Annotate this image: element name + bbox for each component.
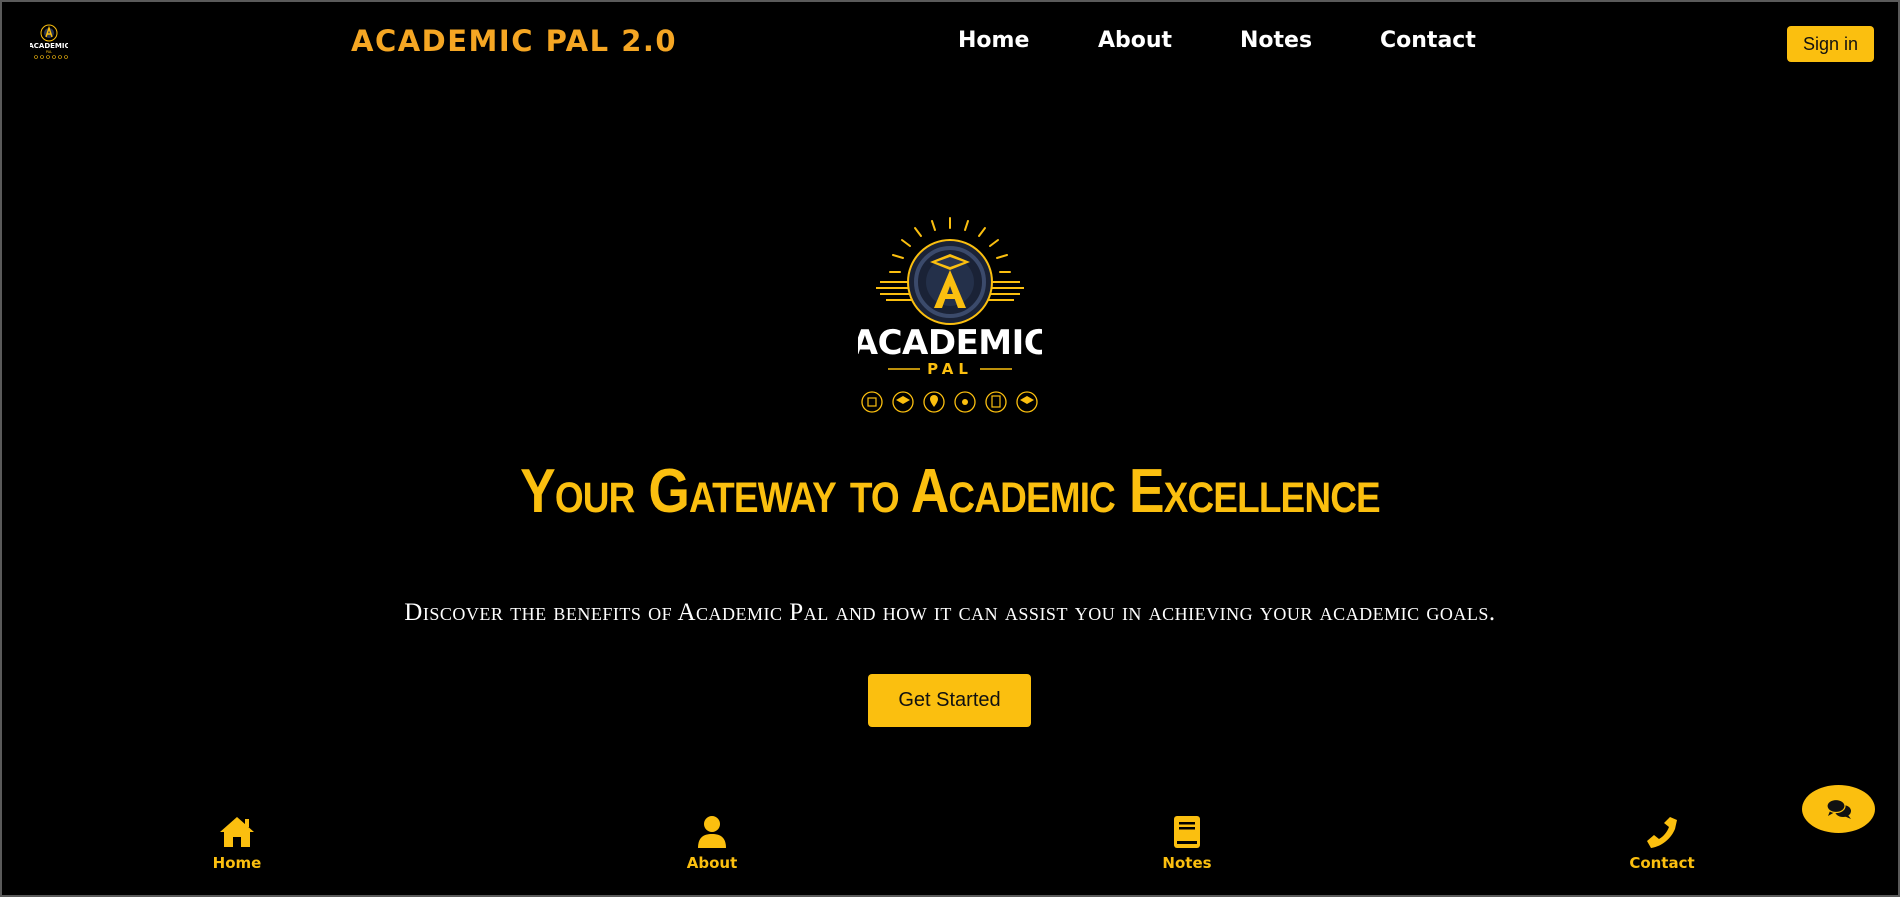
top-nav: Home About Notes Contact (958, 28, 1500, 53)
svg-text:ACADEMIC: ACADEMIC (858, 323, 1042, 363)
bottom-nav-notes[interactable]: Notes (1087, 814, 1287, 872)
user-icon (698, 816, 726, 848)
top-header: ACADEMIC PAL ACADEMIC PAL 2.0 Home About… (2, 2, 1898, 86)
get-started-button[interactable]: Get Started (868, 674, 1031, 727)
nav-home-link[interactable]: Home (958, 28, 1098, 53)
svg-text:PAL: PAL (927, 360, 973, 378)
hero-headline: Your Gateway to Academic Excellence (520, 457, 1381, 526)
nav-notes-link[interactable]: Notes (1240, 28, 1380, 53)
bottom-nav-label: Contact (1629, 854, 1695, 872)
bottom-nav-label: Home (212, 854, 262, 872)
bottom-nav-label: Notes (1162, 854, 1212, 872)
phone-icon (1647, 817, 1677, 848)
app-window: ACADEMIC PAL ACADEMIC PAL 2.0 Home About… (0, 0, 1900, 897)
nav-about-link[interactable]: About (1098, 28, 1240, 53)
academic-pal-logo[interactable]: ACADEMIC PAL (30, 20, 68, 60)
sign-in-button[interactable]: Sign in (1787, 26, 1874, 62)
book-icon (1174, 816, 1200, 848)
svg-text:PAL: PAL (46, 50, 52, 54)
bottom-nav-label: About (686, 854, 738, 872)
bottom-nav-contact[interactable]: Contact (1562, 814, 1762, 872)
brand-title: ACADEMIC PAL 2.0 (351, 24, 678, 58)
home-icon (220, 817, 254, 847)
academic-pal-logo: ACADEMIC PAL (858, 217, 1042, 413)
svg-text:ACADEMIC: ACADEMIC (30, 42, 68, 50)
bottom-nav-about[interactable]: About (612, 814, 812, 872)
nav-contact-link[interactable]: Contact (1380, 28, 1500, 53)
hero-subtitle: Discover the benefits of Academic Pal an… (404, 599, 1496, 626)
bottom-nav-home[interactable]: Home (137, 814, 337, 872)
bottom-nav: Home About Notes Contact (2, 814, 1898, 890)
